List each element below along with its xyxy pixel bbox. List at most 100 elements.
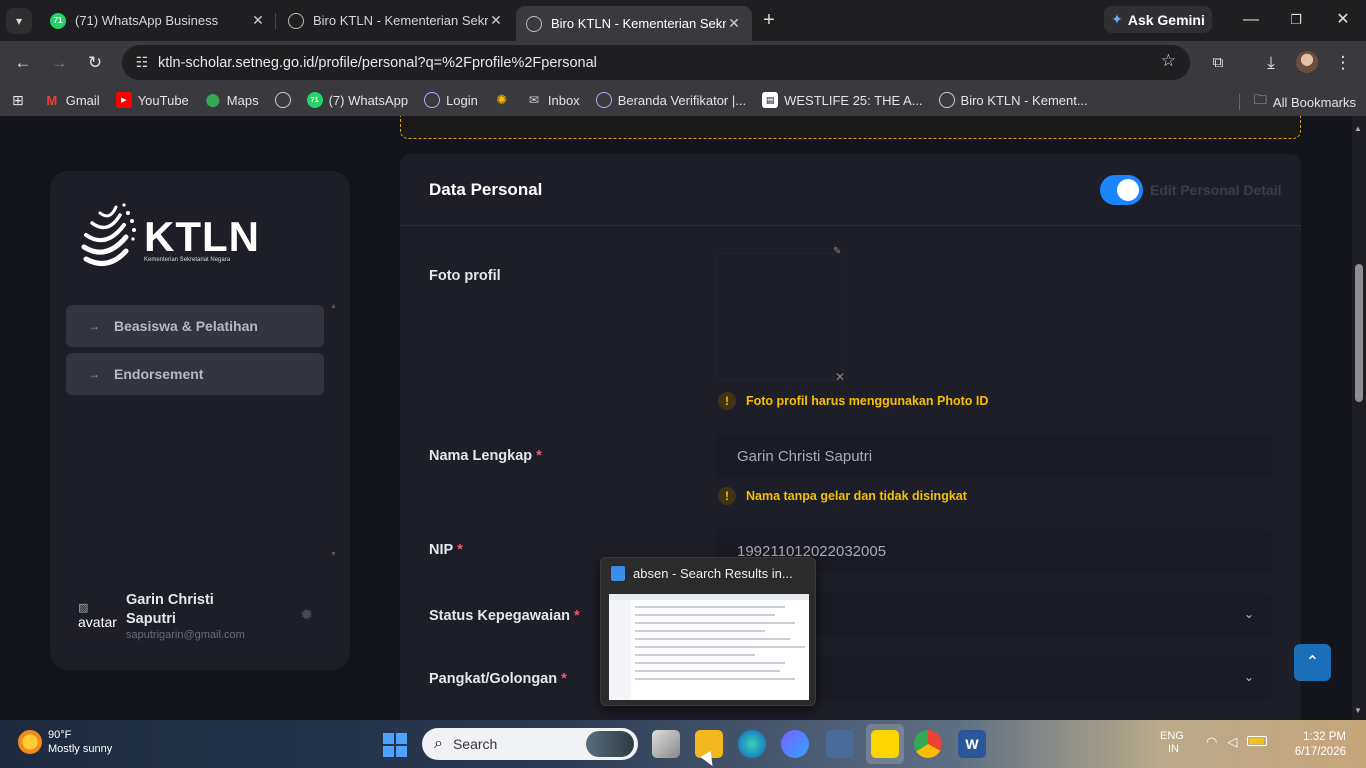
warning-icon: ! [718,392,736,410]
browser-tab-strip: ▾ 71 (71) WhatsApp Business ✕ Biro KTLN … [0,0,1366,41]
reload-icon[interactable]: ↻ [83,51,107,75]
bookmark-whatsapp[interactable]: 71 (7) WhatsApp [306,92,408,108]
close-tab-icon[interactable]: ✕ [250,12,266,29]
tab-title: Biro KTLN - Kementerian Sekretariat Nega… [551,16,726,31]
chevron-down-icon: ⌄ [1243,670,1254,684]
bookmark-globe[interactable] [274,92,291,108]
bookmark-gmail[interactable]: M Gmail [44,92,100,108]
bookmark-biro-ktln[interactable]: Biro KTLN - Kement... [938,92,1088,108]
apps-grid-icon[interactable]: ⊞ [12,92,24,109]
task-view-icon[interactable] [652,730,680,758]
full-name-value: Garin Christi Saputri [737,447,873,465]
search-placeholder: Search [452,736,498,752]
camera-app-icon[interactable] [826,730,854,758]
window-preview-image[interactable] [609,594,809,700]
close-tab-icon[interactable]: ✕ [726,15,742,32]
address-bar[interactable]: ☷ ktln-scholar.setneg.go.id/profile/pers… [122,45,1190,80]
scroll-to-top-button[interactable]: ⌃ [1294,644,1331,681]
volume-icon[interactable]: ◁ [1227,734,1237,750]
photo-label: Foto profil [429,268,501,284]
wifi-icon[interactable]: ◠ [1206,734,1217,750]
bookmark-westlife[interactable]: ▤ WESTLIFE 25: THE A... [762,92,923,108]
chrome-icon[interactable] [914,730,942,758]
lang-text: ENG [1160,730,1184,742]
clock[interactable]: 1:32 PM 6/17/2026 [1288,730,1346,760]
gmail-icon: M [46,92,58,108]
scrollbar-thumb[interactable] [1355,264,1363,402]
profile-photo[interactable] [716,254,842,380]
bookmark-login[interactable]: Login [424,92,478,108]
sticky-notes-icon[interactable] [871,730,899,758]
required-mark: * [574,608,580,624]
download-icon[interactable]: ⤓ [1259,51,1283,75]
forward-arrow-icon[interactable]: → [47,51,71,75]
scroll-up-arrow-icon[interactable]: ▲ [1354,124,1362,133]
browser-toolbar: ← → ↻ ☷ ktln-scholar.setneg.go.id/profil… [0,41,1366,84]
edge-icon[interactable] [738,730,766,758]
bookmark-inbox[interactable]: ✉ Inbox [526,92,580,108]
battery-icon[interactable] [1247,736,1268,746]
bookmark-star-icon[interactable]: ☆ [1161,51,1176,71]
sidebar-scroll-down-icon[interactable]: ▼ [330,551,337,558]
close-icon[interactable]: ✕ [835,370,845,384]
close-tab-icon[interactable]: ✕ [488,12,504,29]
tab-biro-ktln-active[interactable]: Biro KTLN - Kementerian Sekretariat Nega… [516,6,752,41]
copilot-icon[interactable] [781,730,809,758]
tab-search-button[interactable]: ▾ [6,8,32,34]
windows-start-icon[interactable] [383,733,407,757]
site-info-icon[interactable]: ☷ [126,54,158,71]
bookmark-youtube[interactable]: ▶ YouTube [115,92,189,108]
taskbar-search[interactable]: ⌕ Search [422,728,638,760]
bookmark-maps[interactable]: ⬤ Maps [205,92,259,108]
chevron-down-icon: ⌄ [1243,607,1254,621]
logo-text: KTLN [144,213,260,260]
new-tab-button[interactable]: + [758,9,780,31]
gear-icon[interactable]: ✹ [300,605,313,625]
avatar[interactable]: ▨ avatar [78,599,118,639]
extensions-icon[interactable]: ⧉ [1206,51,1230,75]
bookmark-label: Inbox [547,92,580,108]
photo-hint: ! Foto profil harus menggunakan Photo ID [718,392,988,410]
full-name-field[interactable]: Garin Christi Saputri [716,434,1272,478]
scroll-down-arrow-icon[interactable]: ▼ [1354,706,1362,715]
language-indicator[interactable]: ENG IN [1160,730,1184,756]
restore-button[interactable]: ❐ [1284,9,1308,31]
sidebar-item-beasiswa[interactable]: → Beasiswa & Pelatihan [66,305,324,347]
bookmark-label: Maps [226,92,259,108]
bookmark-beranda[interactable]: Beranda Verifikator |... [595,92,747,108]
youtube-icon: ▶ [115,92,132,108]
rank-label: Pangkat/Golongan * [429,671,567,687]
user-email: saputrigarin@gmail.com [126,629,245,641]
login-site-icon [424,92,441,108]
word-icon[interactable]: W [958,730,986,758]
bookmark-label: Beranda Verifikator |... [617,92,747,108]
back-arrow-icon[interactable]: ← [11,51,35,75]
photo-hint-text: Foto profil harus menggunakan Photo ID [746,394,989,408]
sidebar-item-endorsement[interactable]: → Endorsement [66,353,324,395]
more-menu-icon[interactable]: ⋮ [1331,51,1355,75]
url-text[interactable]: ktln-scholar.setneg.go.id/profile/person… [158,55,597,71]
required-mark: * [561,671,567,687]
profile-avatar[interactable] [1296,51,1318,73]
bookmark-pinwheel[interactable]: ✺ [494,92,510,108]
close-window-button[interactable]: ✕ [1331,9,1355,31]
weather-widget[interactable]: 90°F Mostly sunny [18,728,112,756]
tab-whatsapp[interactable]: 71 (71) WhatsApp Business ✕ [40,6,276,35]
sidebar-scroll-up-icon[interactable]: ▲ [330,303,337,310]
pinwheel-icon: ✺ [496,92,508,107]
status-label: Status Kepegawaian * [429,608,580,624]
minimize-button[interactable]: — [1239,9,1263,31]
ask-gemini-button[interactable]: ✦ Ask Gemini [1104,6,1212,33]
taskbar-thumbnail-preview[interactable]: absen - Search Results in... [600,557,816,706]
pencil-icon[interactable]: ✎ [833,246,847,260]
edit-personal-toggle[interactable] [1100,175,1143,205]
bookmark-label: Gmail [65,92,100,108]
all-bookmarks-button[interactable]: 🗀 All Bookmarks [1238,91,1356,113]
globe-icon [274,92,291,108]
page-scrollbar[interactable]: ▲ ▼ [1352,116,1366,720]
file-explorer-icon [611,566,625,581]
thumbnail-title-text: absen - Search Results in... [633,566,793,581]
tab-biro-ktln-1[interactable]: Biro KTLN - Kementerian Sekretariat Nega… [278,6,514,35]
bookmark-label: Biro KTLN - Kement... [960,92,1088,108]
avatar-alt-text: avatar [78,614,117,630]
